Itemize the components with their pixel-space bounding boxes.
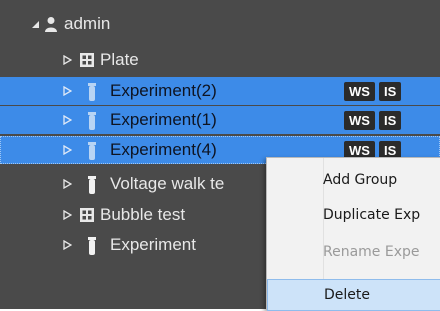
tree-item-label: Voltage walk te	[110, 174, 225, 193]
expand-arrow-icon[interactable]	[62, 179, 72, 189]
tree-item-plate[interactable]: Plate	[0, 46, 440, 74]
menu-item-duplicate-experiment[interactable]: Duplicate Exp	[267, 198, 440, 232]
menu-item-add-group[interactable]: Add Group	[267, 163, 440, 197]
tree-item-label: Experiment(2)	[110, 81, 217, 100]
tree-item-experiment-2[interactable]: Experiment(2) WS IS	[0, 77, 440, 105]
context-menu: Add Group Duplicate Exp Rename Expe Dele…	[266, 157, 440, 311]
expand-arrow-icon[interactable]	[62, 86, 72, 96]
is-badge[interactable]: IS	[378, 110, 402, 130]
menu-item-delete[interactable]: Delete	[267, 279, 440, 311]
tree-item-experiment-1[interactable]: Experiment(1) WS IS	[0, 106, 440, 134]
collapse-arrow-icon[interactable]	[30, 19, 40, 29]
is-badge[interactable]: IS	[378, 81, 402, 101]
tube-icon	[88, 83, 102, 101]
tree-item-label: Experiment	[110, 235, 196, 254]
tree-item-label: Experiment(1)	[110, 110, 217, 129]
tube-icon	[88, 142, 102, 160]
ws-badge[interactable]: WS	[344, 110, 375, 130]
grid-plate-icon	[80, 52, 94, 68]
expand-arrow-icon[interactable]	[62, 115, 72, 125]
expand-arrow-icon[interactable]	[62, 55, 72, 65]
tree-item-label: Bubble test	[100, 205, 186, 224]
tube-icon	[88, 237, 102, 255]
badge-group: WS IS	[344, 110, 402, 130]
expand-arrow-icon[interactable]	[62, 210, 72, 220]
grid-plate-icon	[80, 207, 94, 223]
tree-root-label: admin	[64, 14, 111, 33]
tube-icon	[88, 176, 102, 194]
tree-item-label: Plate	[100, 50, 139, 69]
user-icon	[44, 16, 58, 32]
expand-arrow-icon[interactable]	[62, 240, 72, 250]
tree-item-label: Experiment(4)	[110, 140, 217, 159]
tube-icon	[88, 112, 102, 130]
ws-badge[interactable]: WS	[344, 81, 375, 101]
expand-arrow-icon[interactable]	[62, 145, 72, 155]
menu-item-rename-experiment: Rename Expe	[323, 244, 420, 260]
tree-root-admin[interactable]: admin	[0, 10, 440, 38]
badge-group: WS IS	[344, 81, 402, 101]
